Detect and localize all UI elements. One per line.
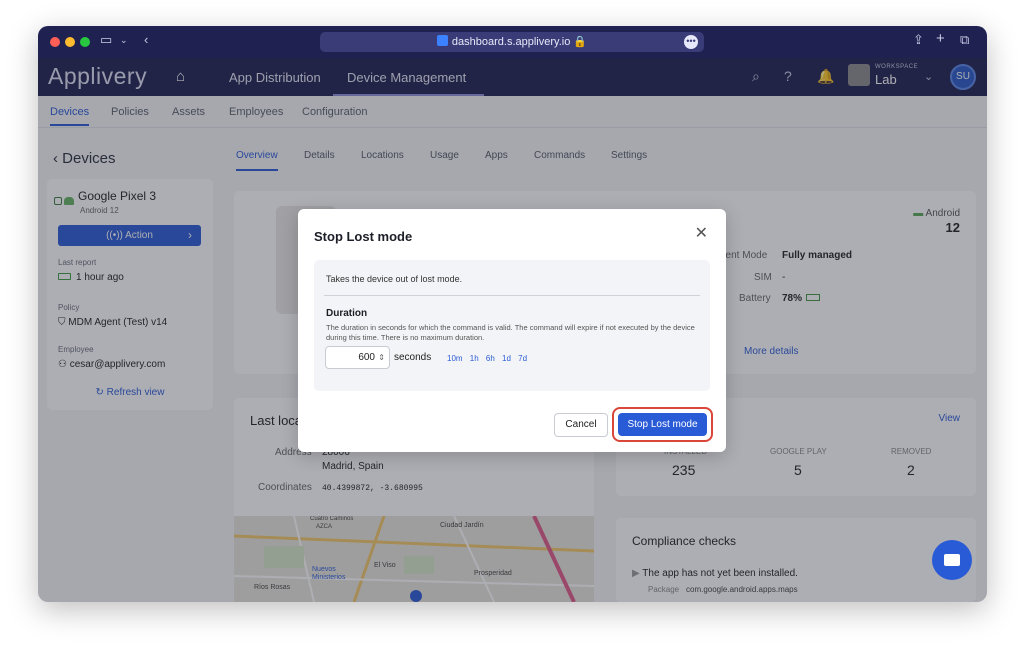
- sidebar-toggle-icon[interactable]: ▭: [100, 32, 112, 48]
- chat-icon[interactable]: [932, 540, 972, 580]
- dialog-title: Stop Lost mode: [314, 229, 413, 244]
- browser-window: ▭ ⌄ ‹ dashboard.s.applivery.io 🔒 ••• ⇪ +…: [38, 26, 987, 602]
- stop-lost-mode-dialog: Stop Lost mode ✕ Takes the device out of…: [298, 209, 726, 452]
- duration-unit: seconds: [394, 352, 432, 363]
- address-bar[interactable]: dashboard.s.applivery.io 🔒 •••: [320, 32, 704, 52]
- browser-titlebar: ▭ ⌄ ‹ dashboard.s.applivery.io 🔒 ••• ⇪ +…: [38, 26, 987, 58]
- tabs-overview-icon[interactable]: ⧉: [960, 32, 969, 48]
- zoom-window-button[interactable]: [80, 37, 90, 47]
- new-tab-icon[interactable]: +: [936, 30, 945, 47]
- chevron-down-icon[interactable]: ⌄: [120, 35, 128, 46]
- more-icon[interactable]: •••: [684, 35, 698, 49]
- url-text: dashboard.s.applivery.io: [451, 36, 571, 48]
- share-icon[interactable]: ⇪: [913, 32, 924, 48]
- dialog-body: Takes the device out of lost mode. Durat…: [314, 260, 710, 391]
- divider: [324, 295, 700, 296]
- site-logo-icon: [436, 35, 448, 46]
- back-arrow-icon[interactable]: ‹: [144, 32, 148, 47]
- close-icon[interactable]: ✕: [695, 223, 708, 243]
- minimize-window-button[interactable]: [65, 37, 75, 47]
- stepper-icon[interactable]: ⇕: [378, 347, 385, 368]
- duration-label: Duration: [326, 308, 368, 319]
- duration-value: 600: [358, 352, 375, 363]
- dialog-description: Takes the device out of lost mode.: [326, 274, 463, 284]
- close-window-button[interactable]: [50, 37, 60, 47]
- cancel-button[interactable]: Cancel: [554, 413, 608, 437]
- stop-lost-mode-button[interactable]: Stop Lost mode: [618, 413, 707, 436]
- duration-help: The duration in seconds for which the co…: [326, 323, 695, 342]
- duration-presets[interactable]: 10m 1h 6h 1d 7d: [447, 354, 527, 363]
- lock-icon: 🔒: [573, 36, 588, 48]
- duration-input[interactable]: 600 ⇕: [325, 346, 390, 369]
